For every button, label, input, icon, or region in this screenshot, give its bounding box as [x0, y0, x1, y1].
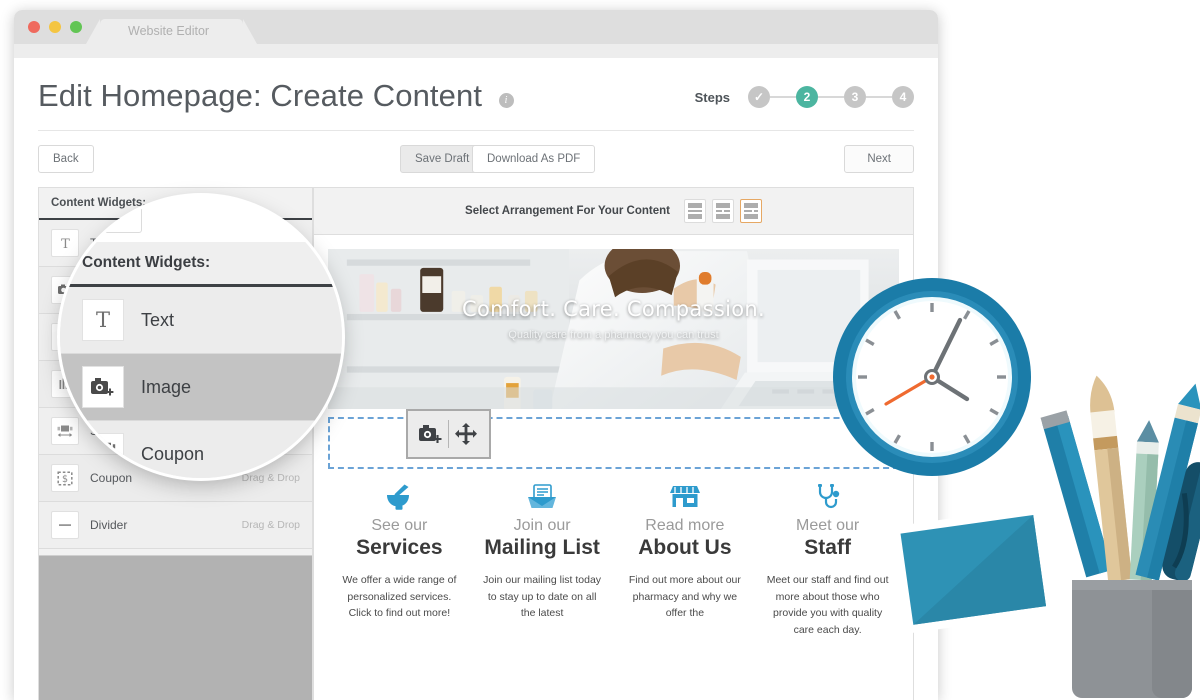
add-image-icon[interactable] — [414, 417, 448, 451]
sidebar-item-divider-drag: Drag & Drop — [241, 519, 300, 531]
widget-floating-toolbar — [406, 409, 491, 459]
sidebar-item-divider-label: Divider — [90, 518, 128, 532]
feature-column-about-us[interactable]: Read more About Us Find out more about o… — [614, 481, 757, 639]
divider-icon — [51, 511, 79, 539]
staff-eyebrow: Meet our — [796, 517, 860, 534]
magnifier-lens: Back Content Widgets: T Text Image $ Cou… — [60, 196, 342, 478]
steps-label: Steps — [694, 89, 730, 105]
next-button[interactable]: Next — [844, 145, 914, 173]
feature-column-staff[interactable]: Meet our Staff Meet our staff and find o… — [756, 481, 899, 639]
magnified-item-coupon-label: Coupon — [141, 443, 205, 464]
svg-text:$: $ — [98, 446, 108, 464]
step-3[interactable]: 3 — [844, 86, 866, 108]
text-icon: T — [82, 299, 124, 341]
browser-titlebar: Website Editor — [14, 10, 938, 44]
mailing-eyebrow: Join our — [513, 517, 571, 534]
mailing-title: Mailing List — [484, 536, 600, 559]
browser-tab[interactable]: Website Editor — [85, 19, 258, 44]
window-controls[interactable] — [28, 21, 82, 33]
mailing-body: Join our mailing list today to stay up t… — [483, 573, 602, 620]
image-icon — [82, 366, 124, 408]
clock-illustration — [833, 278, 1031, 476]
magnified-back-button[interactable]: Back — [60, 196, 142, 233]
stethoscope-icon — [765, 481, 890, 511]
arrangement-bar: Select Arrangement For Your Content — [314, 188, 913, 235]
info-icon[interactable]: i — [498, 92, 514, 108]
hero-headline: Comfort. Care. Compassion. — [462, 297, 765, 321]
step-connector-1 — [770, 96, 796, 98]
steps-indicator: Steps ✓ 2 3 4 — [695, 86, 914, 108]
hero-subhead: Quality care from a pharmacy you can tru… — [508, 329, 719, 341]
step-2[interactable]: 2 — [796, 86, 818, 108]
staff-title: Staff — [804, 536, 851, 559]
page-content-area: Comfort. Care. Compassion. Quality care … — [314, 235, 913, 639]
step-connector-2 — [818, 96, 844, 98]
step-1[interactable]: ✓ — [748, 86, 770, 108]
coupon-icon: $ — [82, 433, 124, 475]
about-title: About Us — [638, 536, 732, 559]
arrangement-label: Select Arrangement For Your Content — [465, 205, 670, 217]
layout-options — [683, 199, 762, 223]
storefront-icon — [623, 481, 748, 511]
browser-chrome-strip — [14, 44, 938, 58]
step-connector-3 — [866, 96, 892, 98]
magnified-item-text[interactable]: T Text — [60, 287, 342, 354]
about-body: Find out more about our pharmacy and why… — [628, 573, 741, 620]
magnified-item-coupon[interactable]: $ Coupon — [60, 421, 342, 478]
services-eyebrow: See our — [371, 517, 428, 534]
hero-text-block: Comfort. Care. Compassion. Quality care … — [328, 297, 899, 341]
feature-columns: See our Services We offer a wide range o… — [328, 481, 899, 639]
maximize-window-icon[interactable] — [70, 21, 82, 33]
magnified-widgets-panel: Content Widgets: T Text Image $ Coupon — [60, 242, 342, 478]
screenshot-stage: Website Editor Edit Homepage: Create Con… — [0, 0, 1200, 700]
svg-text:T: T — [96, 308, 110, 332]
step-4[interactable]: 4 — [892, 86, 914, 108]
sidebar-preview-placeholder — [39, 555, 312, 700]
layout-sidebar-icon[interactable] — [739, 199, 762, 223]
services-title: Services — [356, 536, 443, 559]
minimize-window-icon[interactable] — [49, 21, 61, 33]
magnified-item-image-label: Image — [141, 376, 192, 397]
action-toolbar: Back Save Draft Download As PDF Next — [14, 131, 938, 187]
download-pdf-button[interactable]: Download As PDF — [472, 145, 596, 173]
back-button[interactable]: Back — [38, 145, 94, 173]
page-canvas: Select Arrangement For Your Content Comf… — [313, 187, 914, 700]
services-body: We offer a wide range of personalized se… — [342, 573, 457, 620]
hero-banner[interactable]: Comfort. Care. Compassion. Quality care … — [328, 249, 899, 409]
about-eyebrow: Read more — [645, 517, 725, 534]
image-dropzone[interactable] — [328, 409, 899, 469]
magnified-item-image[interactable]: Image — [60, 354, 342, 421]
feature-column-mailing-list[interactable]: Join our Mailing List Join our mailing l… — [471, 481, 614, 639]
layout-single-column-icon[interactable] — [683, 199, 706, 223]
step-1-label: ✓ — [753, 90, 765, 104]
move-icon[interactable] — [449, 417, 483, 451]
app-header: Edit Homepage: Create Content i Steps ✓ … — [14, 58, 938, 131]
feature-column-services[interactable]: See our Services We offer a wide range o… — [328, 481, 471, 639]
mortar-pestle-icon — [337, 481, 462, 511]
magnified-item-text-label: Text — [141, 309, 175, 330]
close-window-icon[interactable] — [28, 21, 40, 33]
mail-icon — [480, 481, 605, 511]
magnified-heading: Content Widgets: — [60, 242, 342, 287]
pencil-cup-illustration — [1040, 375, 1200, 698]
staff-body: Meet our staff and find out more about t… — [766, 573, 889, 637]
page-title: Edit Homepage: Create Content — [38, 78, 483, 113]
sidebar-item-divider[interactable]: Divider Drag & Drop — [39, 502, 312, 549]
layout-two-column-icon[interactable] — [711, 199, 734, 223]
